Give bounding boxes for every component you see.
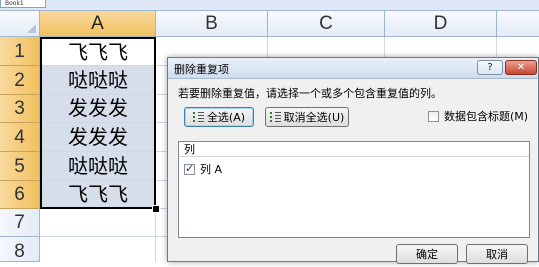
- column-header-b[interactable]: B: [156, 11, 268, 37]
- unselect-all-list-icon: [269, 111, 281, 123]
- row-header-5[interactable]: 5: [0, 152, 40, 181]
- column-header-d[interactable]: D: [385, 11, 497, 37]
- select-all-label: 全选(A): [206, 111, 246, 124]
- row-header-8[interactable]: 8: [0, 237, 40, 262]
- cell-a4[interactable]: 发发发: [41, 123, 155, 151]
- row-header-6[interactable]: 6: [0, 181, 40, 209]
- workbook-tab-strip: Book1: [0, 0, 539, 11]
- cell-a1[interactable]: 飞飞飞: [41, 39, 155, 65]
- columns-listbox[interactable]: 列 列 A: [178, 141, 530, 238]
- cell-a6[interactable]: 飞飞飞: [41, 181, 155, 207]
- fill-handle-icon[interactable]: [152, 205, 160, 213]
- column-header-a[interactable]: A: [40, 11, 156, 37]
- unselect-all-label: 取消全选(U): [283, 111, 345, 124]
- columns-list-header: 列: [179, 142, 529, 157]
- select-all-list-icon: [192, 111, 204, 123]
- row-header-2[interactable]: 2: [0, 66, 40, 95]
- select-all-button[interactable]: 全选(A): [184, 107, 254, 127]
- row-header-4[interactable]: 4: [0, 123, 40, 152]
- row-header-1[interactable]: 1: [0, 37, 40, 66]
- dialog-titlebar[interactable]: 删除重复项 ? ✕: [168, 58, 538, 79]
- help-button[interactable]: ?: [477, 60, 503, 75]
- column-list-item-label: 列 A: [200, 163, 223, 176]
- select-all-cells-corner[interactable]: [0, 11, 40, 37]
- column-header-e[interactable]: [497, 11, 539, 37]
- gridline: [155, 37, 156, 262]
- cancel-button[interactable]: 取消: [466, 244, 528, 264]
- has-headers-option[interactable]: 数据包含标题(M): [428, 108, 528, 124]
- cell-a3[interactable]: 发发发: [41, 95, 155, 122]
- row-header-7[interactable]: 7: [0, 209, 40, 237]
- cell-a5[interactable]: 哒哒哒: [41, 152, 155, 180]
- column-list-item[interactable]: 列 A: [184, 161, 222, 177]
- ok-button[interactable]: 确定: [396, 244, 458, 264]
- column-header-c[interactable]: C: [268, 11, 385, 37]
- unselect-all-button[interactable]: 取消全选(U): [265, 107, 349, 127]
- has-headers-checkbox[interactable]: [428, 110, 439, 122]
- close-button[interactable]: ✕: [505, 60, 537, 75]
- dialog-title: 删除重复项: [174, 63, 229, 76]
- cell-a2[interactable]: 哒哒哒: [41, 66, 155, 94]
- remove-duplicates-dialog: 删除重复项 ? ✕ 若要删除重复值，请选择一个或多个包含重复值的列。 全选(A)…: [167, 57, 539, 264]
- column-a-checkbox[interactable]: [184, 162, 195, 175]
- has-headers-label: 数据包含标题(M): [444, 110, 529, 123]
- workbook-tab[interactable]: Book1: [0, 0, 46, 8]
- row-header-3[interactable]: 3: [0, 95, 40, 123]
- dialog-prompt: 若要删除重复值，请选择一个或多个包含重复值的列。: [178, 87, 442, 100]
